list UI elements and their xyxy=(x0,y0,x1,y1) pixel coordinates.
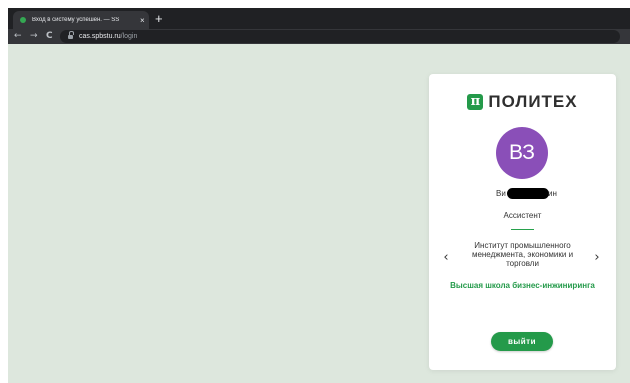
logo-text: ПОЛИТЕХ xyxy=(488,92,578,111)
lock-icon[interactable] xyxy=(68,31,74,39)
address-bar[interactable]: cas.spbstu.ru/login xyxy=(60,30,620,43)
politech-logo-icon: π xyxy=(467,94,484,110)
address-url[interactable]: cas.spbstu.ru/login xyxy=(79,30,137,43)
logout-button[interactable]: выйти xyxy=(491,332,553,351)
user-name-start: Ви xyxy=(496,189,506,198)
user-name-end: ин xyxy=(548,189,557,198)
tab-close-icon[interactable]: × xyxy=(140,16,145,25)
politech-logo: π ПОЛИТЕХ xyxy=(429,92,616,112)
avatar: ВЗ xyxy=(496,127,548,179)
institute-name: Институт промышленного менеджмента, экон… xyxy=(471,241,574,268)
user-role: Ассистент xyxy=(503,211,542,220)
tab-title: Вход в систему успешен. — SS xyxy=(32,17,120,23)
page-caption-strip xyxy=(0,0,630,8)
url-host: cas.spbstu.ru xyxy=(79,33,121,40)
chevron-right-icon[interactable]: › xyxy=(592,250,602,265)
favicon-icon xyxy=(20,17,26,23)
url-path: /login xyxy=(120,33,138,40)
role-divider xyxy=(511,229,534,230)
redaction-block xyxy=(507,188,549,199)
forward-icon[interactable]: → xyxy=(30,29,38,44)
back-icon[interactable]: ← xyxy=(14,29,22,44)
reload-icon[interactable]: C xyxy=(46,29,53,44)
new-tab-button[interactable]: + xyxy=(155,10,163,28)
browser-tab[interactable]: Вход в систему успешен. — SS × xyxy=(13,11,149,29)
browser-toolbar: ← → C cas.spbstu.ru/login xyxy=(8,29,630,44)
chevron-left-icon[interactable]: ‹ xyxy=(441,250,451,265)
user-name: Ви ин xyxy=(429,188,616,199)
profile-card: π ПОЛИТЕХ ВЗ Ви ин Ассистент ‹ Институт … xyxy=(429,74,616,370)
browser-tab-bar: Вход в систему успешен. — SS × + xyxy=(8,8,630,29)
school-link[interactable]: Высшая школа бизнес-инжиниринга xyxy=(429,281,616,290)
